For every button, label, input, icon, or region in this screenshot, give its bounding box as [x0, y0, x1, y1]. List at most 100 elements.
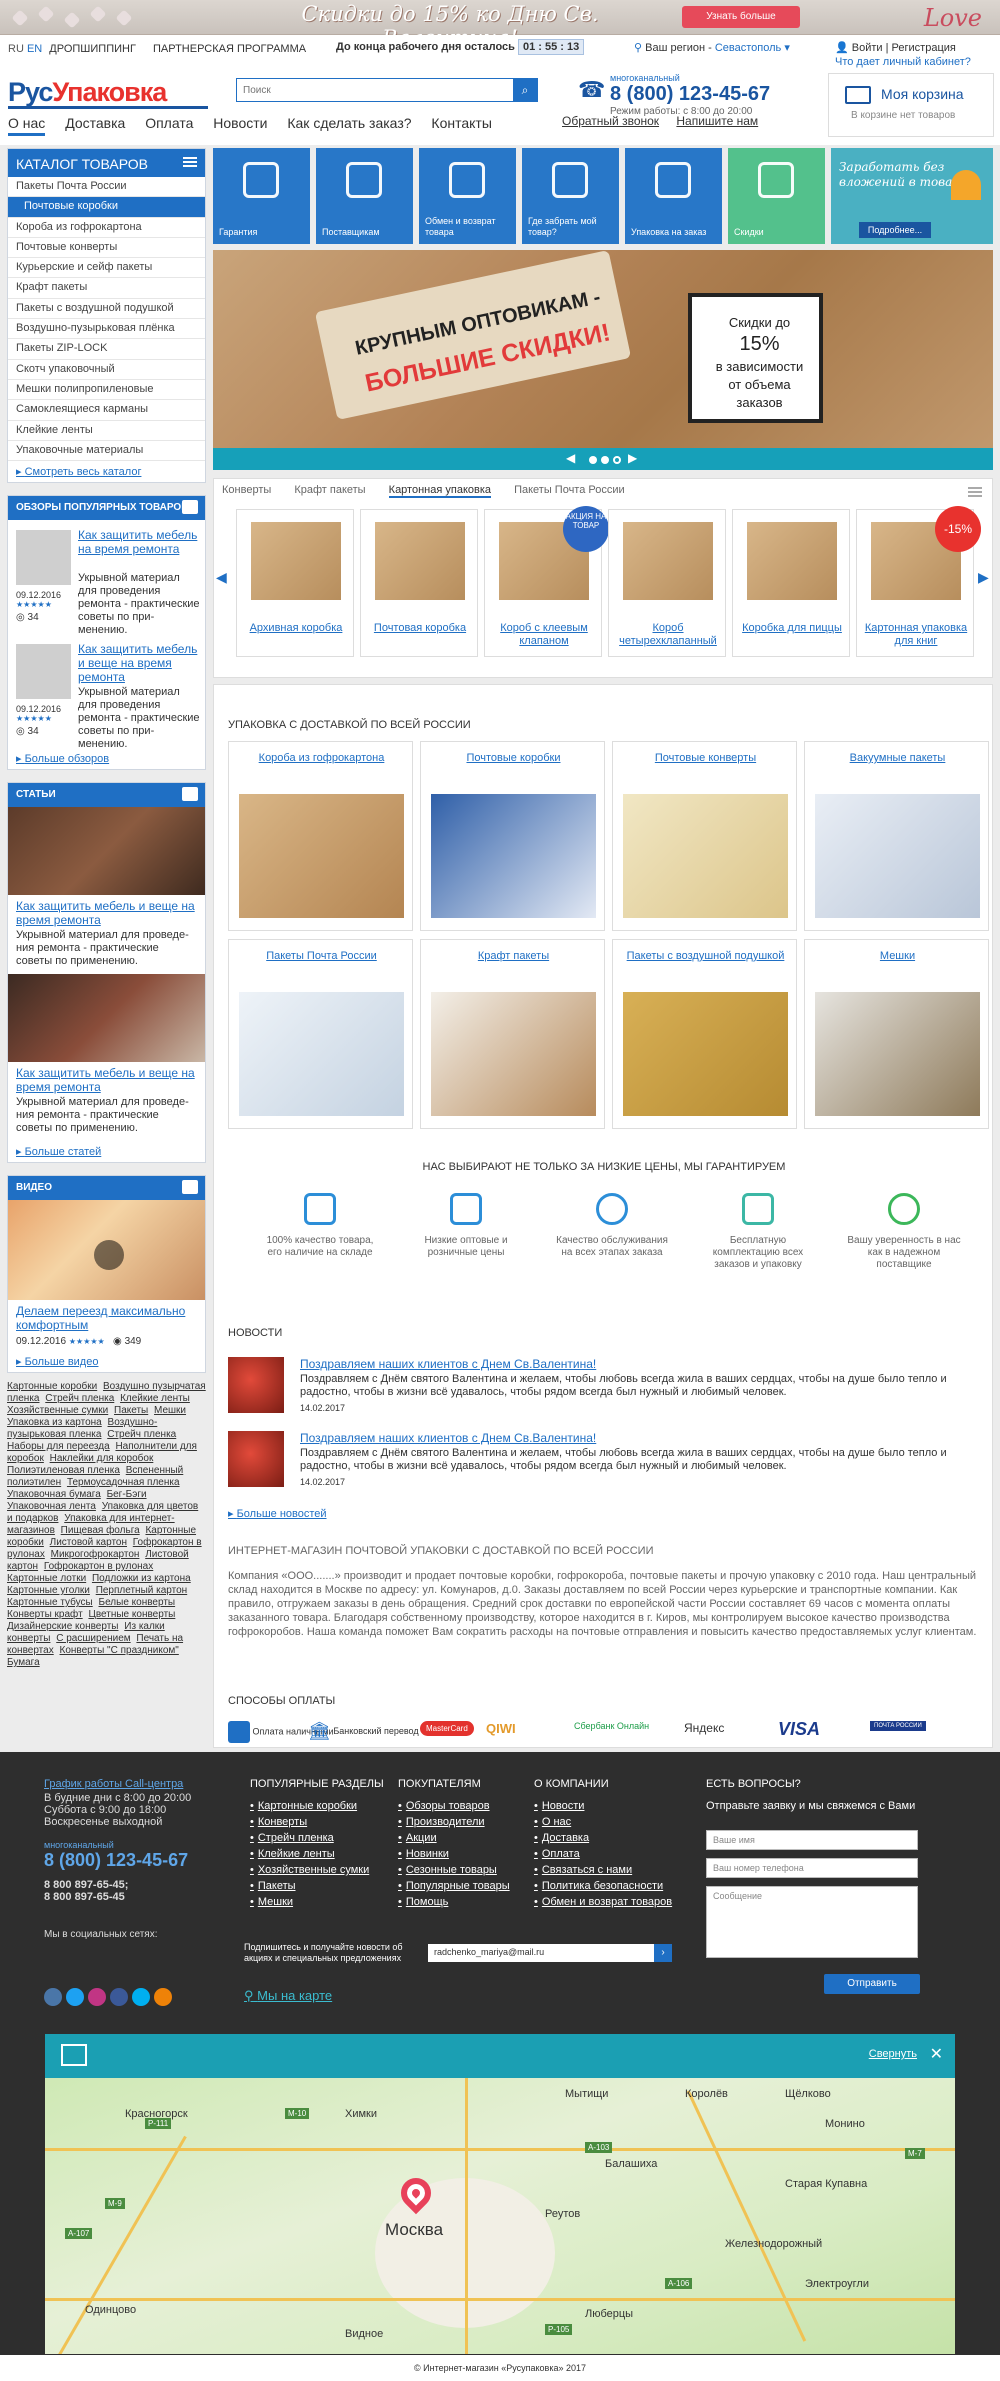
tile-returns[interactable]: Обмен и возврат товара	[419, 148, 516, 244]
slider-dot[interactable]	[589, 456, 597, 464]
logo[interactable]: РусУпаковка	[8, 77, 167, 108]
tag-link[interactable]: Термоусадочная пленка	[67, 1477, 180, 1488]
news-item[interactable]: Поздравляем наших клиентов с Днем Св.Вал…	[228, 1357, 988, 1423]
earn-promo-tile[interactable]: Заработать без вложений в товар? Подробн…	[831, 148, 993, 244]
catalog-header[interactable]: КАТАЛОГ ТОВАРОВ	[8, 149, 205, 177]
grid-label[interactable]: Мешки	[811, 950, 984, 963]
tag-link[interactable]: Листовой картон	[50, 1537, 127, 1548]
tag-link[interactable]: Конверты "С праздником"	[60, 1645, 179, 1656]
catalog-item[interactable]: Пакеты Почта России	[8, 177, 205, 198]
tag-link[interactable]: Наборы для переезда	[7, 1441, 110, 1452]
partner-link[interactable]: ПАРТНЕРСКАЯ ПРОГРАММА	[153, 43, 306, 55]
catalog-item[interactable]: Самоклеящиеся карманы	[8, 400, 205, 421]
review-item[interactable]: Как защитить мебель и веще на время ремо…	[8, 634, 205, 750]
facebook-icon[interactable]	[110, 1988, 128, 2006]
product-name[interactable]: Почтовая коробка	[365, 622, 475, 635]
footer-link[interactable]: Конверты	[250, 1816, 384, 1828]
footer-link[interactable]: О нас	[534, 1816, 672, 1828]
review-title[interactable]: Как защитить мебель и веще на время ремо…	[78, 642, 200, 684]
tab-cardboard[interactable]: Картонная упаковка	[388, 484, 492, 498]
tag-link[interactable]: Пакеты	[114, 1405, 148, 1416]
map-canvas[interactable]: Красногорск Мытищи Королёв Щёлково Монин…	[45, 2078, 955, 2354]
product-card[interactable]: Картонная упаковка для книг -15%	[856, 506, 981, 657]
tag-link[interactable]: Упаковочная лента	[7, 1501, 96, 1512]
grid-card[interactable]: Вакуумные пакеты	[804, 741, 989, 931]
article-item[interactable]: Как защитить мебель и веще на время ремо…	[8, 974, 205, 1141]
carousel-next-icon[interactable]: ▶	[978, 569, 989, 586]
news-headline[interactable]: Поздравляем наших клиентов с Днем Св.Вал…	[300, 1431, 596, 1445]
footer-link[interactable]: Новости	[534, 1800, 672, 1812]
footer-link[interactable]: Помощь	[398, 1896, 510, 1908]
grid-label[interactable]: Короба из гофрокартона	[235, 752, 408, 765]
tag-link[interactable]: Стрейч пленка	[45, 1393, 114, 1404]
instagram-icon[interactable]	[88, 1988, 106, 2006]
cart[interactable]: Моя корзина В корзине нет товаров	[828, 73, 994, 137]
footer-link[interactable]: Хозяйственные сумки	[250, 1864, 384, 1876]
footer-link[interactable]: Популярные товары	[398, 1880, 510, 1892]
search-icon[interactable]: ⌕	[513, 79, 537, 101]
footer-link[interactable]: Новинки	[398, 1848, 510, 1860]
review-title[interactable]: Как защитить мебель на время ремонта	[78, 528, 200, 556]
catalog-item[interactable]: Короба из гофрокартона	[8, 218, 205, 238]
tile-guarantee[interactable]: Гарантия	[213, 148, 310, 244]
news-item[interactable]: Поздравляем наших клиентов с Днем Св.Вал…	[228, 1431, 988, 1497]
catalog-item[interactable]: Упаковочные материалы	[8, 441, 205, 462]
product-name[interactable]: Архивная коробка	[241, 622, 351, 635]
grid-card[interactable]: Пакеты Почта России	[228, 939, 413, 1129]
tag-link[interactable]: Конверты крафт	[7, 1609, 83, 1620]
catalog-item[interactable]: Воздушно-пузырьковая плёнка	[8, 319, 205, 340]
tag-link[interactable]: Подложки из картона	[92, 1573, 191, 1584]
more-reviews-link[interactable]: ▸ Больше обзоров	[8, 748, 205, 769]
video-caption[interactable]: Делаем переезд максимально комфортным	[8, 1300, 205, 1332]
more-articles-link[interactable]: ▸ Больше статей	[8, 1141, 205, 1162]
catalog-item[interactable]: Почтовые коробки	[8, 197, 205, 218]
menu-icon[interactable]	[968, 487, 982, 489]
phone-number[interactable]: 8 (800) 123-45-67	[610, 83, 770, 106]
product-card[interactable]: Короб с клеевым клапаном АКЦИЯ НА ТОВАР	[484, 506, 609, 657]
grid-label[interactable]: Вакуумные пакеты	[811, 752, 984, 765]
catalog-item[interactable]: Пакеты с воздушной подушкой	[8, 299, 205, 320]
subscribe-arrow-icon[interactable]: ›	[654, 1944, 672, 1962]
tag-link[interactable]: Мешки	[154, 1405, 186, 1416]
footer-link[interactable]: Обмен и возврат товаров	[534, 1896, 672, 1908]
menu-icon[interactable]	[183, 157, 197, 159]
hero-slider[interactable]: КРУПНЫМ ОПТОВИКАМ - БОЛЬШИЕ СКИДКИ! Скид…	[213, 250, 993, 470]
footer-link[interactable]: Клейкие ленты	[250, 1848, 384, 1860]
tag-link[interactable]: Пищевая фольга	[61, 1525, 140, 1536]
earn-more-button[interactable]: Подробнее...	[859, 222, 931, 238]
product-name[interactable]: Картонная упаковка для книг	[861, 622, 971, 648]
footer-link[interactable]: Стрейч пленка	[250, 1832, 384, 1844]
slider-next-icon[interactable]: ▶	[628, 451, 637, 465]
catalog-item[interactable]: Крафт пакеты	[8, 278, 205, 299]
message-field[interactable]: Сообщение	[706, 1886, 918, 1958]
lang-ru[interactable]: RU	[8, 43, 24, 55]
tag-link[interactable]: Микрогофрокартон	[51, 1549, 140, 1560]
tile-custom-packaging[interactable]: Упаковка на заказ	[625, 148, 722, 244]
tile-pickup[interactable]: Где забрать мой товар?	[522, 148, 619, 244]
phone-field[interactable]: Ваш номер телефона	[706, 1858, 918, 1878]
grid-label[interactable]: Пакеты Почта России	[235, 950, 408, 963]
tag-link[interactable]: Упаковка из картона	[7, 1417, 102, 1428]
tag-link[interactable]: Картонные уголки	[7, 1585, 90, 1596]
product-card[interactable]: Почтовая коробка	[360, 509, 478, 657]
tile-suppliers[interactable]: Поставщикам	[316, 148, 413, 244]
footer-link[interactable]: Оплата	[534, 1848, 672, 1860]
tag-link[interactable]: Упаковочная бумага	[7, 1489, 101, 1500]
login-link[interactable]: Войти	[852, 42, 883, 54]
review-item[interactable]: Как защитить мебель на время ремонта Укр…	[8, 520, 205, 636]
tab-envelopes[interactable]: Конверты	[222, 484, 271, 496]
tag-link[interactable]: Картонные тубусы	[7, 1597, 93, 1608]
footer-link[interactable]: Связаться с нами	[534, 1864, 672, 1876]
grid-label[interactable]: Пакеты с воздушной подушкой	[619, 950, 792, 963]
odnoklassniki-icon[interactable]	[154, 1988, 172, 2006]
register-link[interactable]: Регистрация	[892, 42, 956, 54]
product-card[interactable]: Короб четырехклапанный	[608, 509, 726, 657]
catalog-item[interactable]: Мешки полипропиленовые	[8, 380, 205, 401]
play-icon[interactable]	[94, 1240, 124, 1271]
footer-link[interactable]: Мешки	[250, 1896, 384, 1908]
skype-icon[interactable]	[132, 1988, 150, 2006]
article-title[interactable]: Как защитить мебель и веще на время ремо…	[8, 1062, 205, 1094]
region-selector[interactable]: ⚲ Ваш регион - Севастополь ▾	[634, 41, 790, 54]
nav-contacts[interactable]: Контакты	[431, 115, 491, 131]
tag-link[interactable]: Гофрокартон в рулонах	[44, 1561, 153, 1572]
